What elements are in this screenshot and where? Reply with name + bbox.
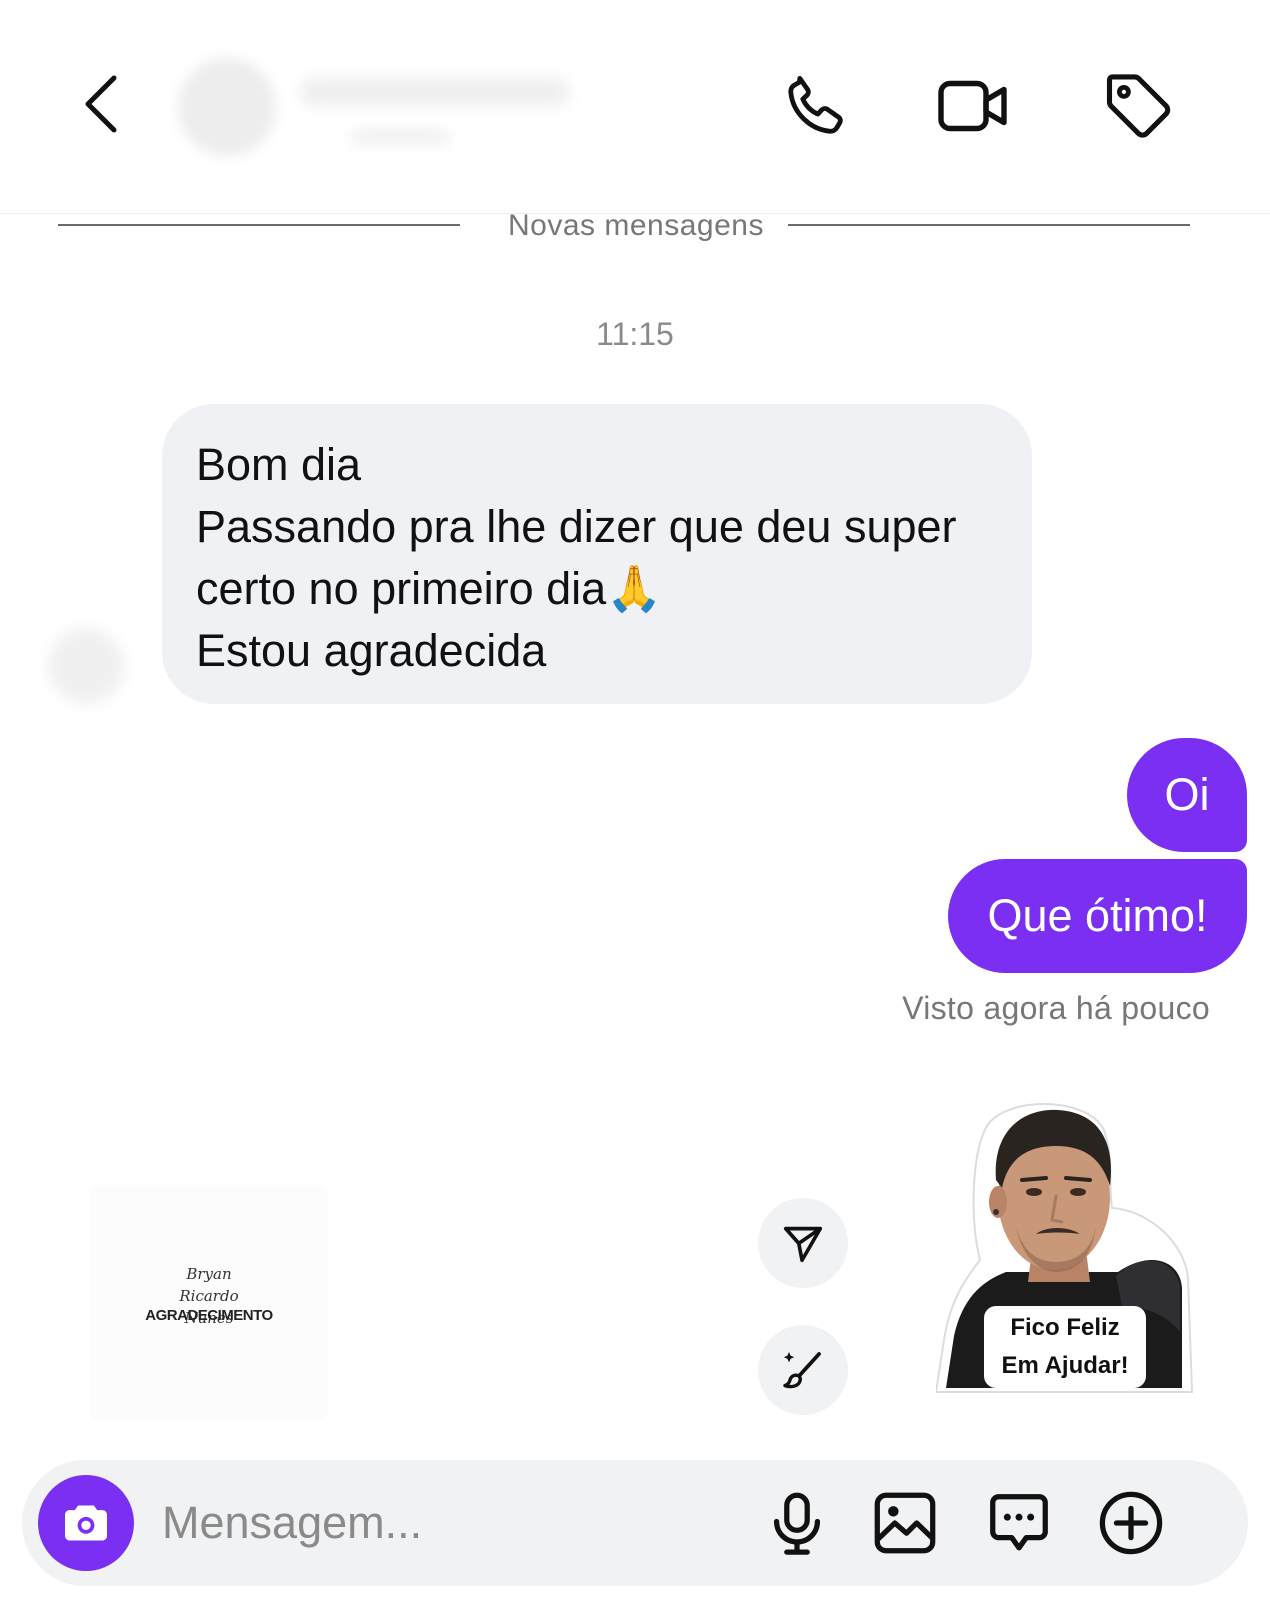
- video-call-button[interactable]: [936, 70, 1008, 142]
- plus-circle-icon: [1099, 1491, 1163, 1555]
- sticker-caption-line: Fico Feliz: [1010, 1314, 1120, 1341]
- gallery-button[interactable]: [870, 1488, 940, 1558]
- message-line: Passando pra lhe dizer que deu super: [196, 501, 957, 552]
- sender-avatar[interactable]: [48, 628, 124, 704]
- message-composer: [22, 1460, 1248, 1586]
- contact-name[interactable]: [300, 78, 570, 106]
- gallery-icon: [874, 1492, 936, 1554]
- send-icon: [783, 1226, 823, 1263]
- sticker-caption-line: Em Ajudar!: [1001, 1352, 1129, 1379]
- new-messages-divider: Novas mensagens: [58, 205, 1214, 245]
- contact-avatar[interactable]: [178, 58, 276, 156]
- chat-header: [0, 0, 1270, 214]
- message-line: Estou agradecida: [196, 625, 547, 676]
- label-button[interactable]: [1102, 70, 1174, 142]
- voice-message-button[interactable]: [762, 1488, 832, 1558]
- sticker-caption: Fico Feliz Em Ajudar!: [984, 1306, 1146, 1388]
- sticker-title: AGRADECIMENTO: [145, 1307, 273, 1324]
- sent-message-bubble[interactable]: Que ótimo!: [948, 859, 1247, 973]
- seen-status: Visto agora há pouco: [902, 990, 1210, 1026]
- camera-button[interactable]: [38, 1475, 134, 1571]
- received-message-bubble[interactable]: Bom dia Passando pra lhe dizer que deu s…: [162, 404, 1032, 704]
- more-options-button[interactable]: [1096, 1488, 1166, 1558]
- magic-brush-icon: [783, 1352, 821, 1389]
- message-timestamp: 11:15: [596, 316, 674, 352]
- phone-icon: [788, 76, 843, 134]
- tag-icon: [1106, 74, 1171, 138]
- chat-bubble-icon: [990, 1494, 1048, 1551]
- camera-icon: [65, 1505, 107, 1541]
- sticker-preview-agradecimento[interactable]: Bryan Ricardo Nunes AGRADECIMENTO: [90, 1185, 328, 1420]
- message-line: certo no primeiro dia🙏: [196, 563, 663, 614]
- send-sticker-button[interactable]: [758, 1198, 848, 1288]
- quick-replies-button[interactable]: [984, 1488, 1054, 1558]
- sticker-preview-fico-feliz[interactable]: Fico Feliz Em Ajudar!: [934, 1100, 1196, 1402]
- contact-subtitle: [350, 128, 450, 146]
- message-input[interactable]: [162, 1490, 762, 1556]
- message-line: Bom dia: [196, 439, 362, 490]
- sent-message-bubble[interactable]: Oi: [1127, 738, 1247, 852]
- video-camera-icon: [938, 80, 1007, 132]
- back-button[interactable]: [78, 72, 128, 136]
- voice-call-button[interactable]: [780, 70, 852, 142]
- new-messages-label: Novas mensagens: [508, 209, 764, 242]
- chevron-left-icon: [85, 75, 117, 133]
- divider-line-right: [788, 224, 1190, 226]
- microphone-icon: [773, 1492, 821, 1555]
- edit-sticker-button[interactable]: [758, 1325, 848, 1415]
